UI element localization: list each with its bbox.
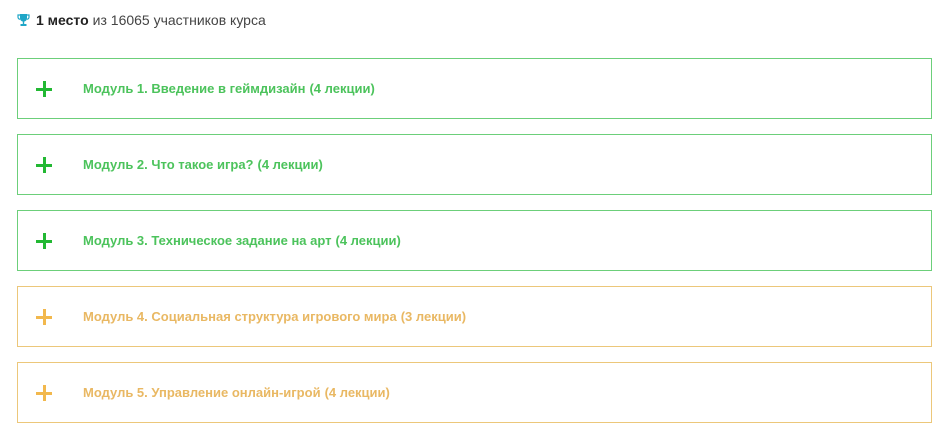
module-item-2[interactable]: Модуль 2. Что такое игра? (4 лекции) [17,134,932,195]
module-title: Модуль 5. Управление онлайн-игрой (4 лекц… [83,385,390,400]
module-lecture-count: (4 лекции) [309,81,375,96]
plus-icon[interactable] [36,156,52,173]
module-title: Модуль 1. Введение в геймдизайн (4 лекции… [83,81,375,96]
plus-icon[interactable] [36,308,52,325]
module-title: Модуль 2. Что такое игра? (4 лекции) [83,157,323,172]
module-lecture-count: (4 лекции) [324,385,390,400]
module-title: Модуль 4. Социальная структура игрового … [83,309,467,324]
rank-participants-text: из 16065 участников курса [92,12,266,28]
rank-place: 1 место [36,12,89,28]
module-lecture-count: (4 лекции) [335,233,401,248]
module-lecture-count: (4 лекции) [257,157,323,172]
module-item-3[interactable]: Модуль 3. Техническое задание на арт (4 л… [17,210,932,271]
rank-info: 1 место из 16065 участников курса [17,11,266,29]
module-item-5[interactable]: Модуль 5. Управление онлайн-игрой (4 лекц… [17,362,932,423]
module-lecture-count: (3 лекции) [400,309,467,324]
trophy-icon [17,14,30,26]
plus-icon[interactable] [36,384,52,401]
plus-icon[interactable] [36,232,52,249]
module-item-1[interactable]: Модуль 1. Введение в геймдизайн (4 лекции… [17,58,932,119]
plus-icon[interactable] [36,80,52,97]
module-list: Модуль 1. Введение в геймдизайн (4 лекции… [17,58,932,438]
module-title: Модуль 3. Техническое задание на арт (4 л… [83,233,401,248]
module-item-4[interactable]: Модуль 4. Социальная структура игрового … [17,286,932,347]
